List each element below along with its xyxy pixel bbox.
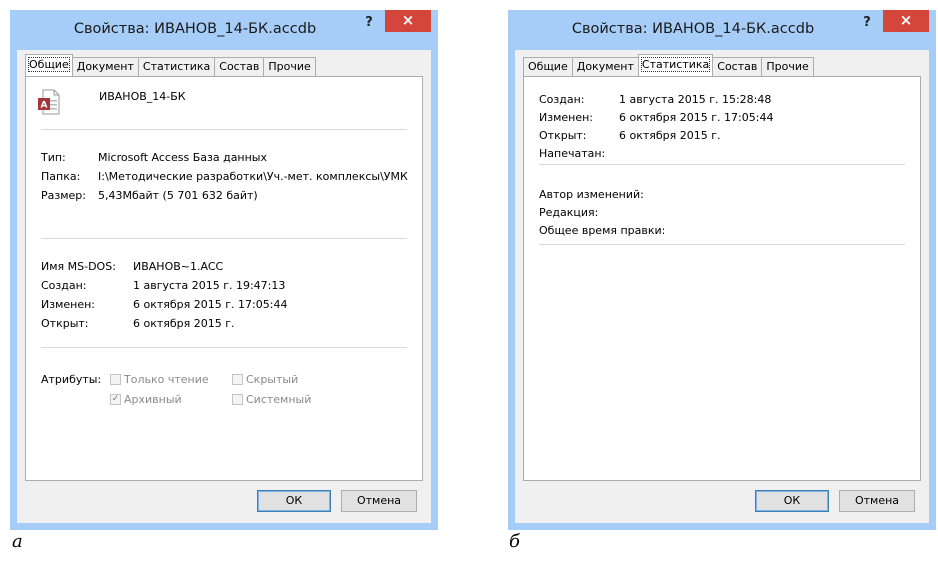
file-name: ИВАНОВ_14-БК [99, 90, 186, 103]
opened-value: 6 октября 2015 г. [619, 129, 721, 142]
created-label: Создан: [41, 279, 87, 292]
tab-label: Прочие [268, 60, 311, 73]
title-bar[interactable]: Свойства: ИВАНОВ_14-БК.accdb ? × [10, 10, 438, 50]
created-value: 1 августа 2015 г. 19:47:13 [133, 279, 286, 292]
tab-custom[interactable]: Прочие [263, 57, 316, 76]
tab-label: Документ [76, 60, 134, 73]
dialog-client-area: Общие Документ Статистика Состав Прочие … [515, 50, 929, 523]
ok-button[interactable]: ОК [755, 490, 829, 512]
dialog-client-area: Общие Документ Статистика Состав Прочие … [17, 50, 431, 523]
archive-checkbox[interactable]: ✓ Архивный [110, 393, 182, 406]
opened-value: 6 октября 2015 г. [133, 317, 235, 330]
hidden-checkbox[interactable]: Скрытый [232, 373, 298, 386]
separator [539, 244, 905, 245]
opened-label: Открыт: [41, 317, 89, 330]
tab-label: Общие [28, 57, 70, 72]
msdos-name-label: Имя MS-DOS: [41, 260, 116, 273]
caption-b: б [509, 531, 520, 552]
modified-label: Изменен: [41, 298, 96, 311]
checkbox-label: Только чтение [124, 373, 209, 386]
size-label: Размер: [41, 189, 86, 202]
separator [539, 164, 905, 165]
checkbox-label: Скрытый [246, 373, 299, 386]
folder-value: I:\Методические разработки\Уч.-мет. комп… [98, 170, 408, 183]
properties-dialog-statistics: Свойства: ИВАНОВ_14-БК.accdb ? × Общие Д… [508, 10, 936, 530]
close-button[interactable]: × [385, 10, 431, 32]
tab-label: Документ [576, 60, 634, 73]
cancel-button[interactable]: Отмена [839, 490, 915, 512]
folder-label: Папка: [41, 170, 81, 183]
tab-label: Состав [219, 60, 260, 73]
created-value: 1 августа 2015 г. 15:28:48 [619, 93, 772, 106]
tab-general[interactable]: Общие [25, 54, 73, 76]
tab-label: Общие [528, 60, 568, 73]
checkbox-box [232, 393, 243, 405]
type-value: Microsoft Access База данных [98, 151, 268, 164]
tab-contents[interactable]: Состав [712, 57, 763, 76]
tab-contents[interactable]: Состав [214, 57, 265, 76]
tab-label: Прочие [766, 60, 809, 73]
caption-a: а [12, 531, 23, 552]
ok-button[interactable]: ОК [257, 490, 331, 512]
properties-dialog-general: Свойства: ИВАНОВ_14-БК.accdb ? × Общие Д… [10, 10, 438, 530]
checkbox-box [232, 373, 243, 385]
tab-panel-statistics: Создан: 1 августа 2015 г. 15:28:48 Измен… [523, 76, 921, 481]
tab-document[interactable]: Документ [71, 57, 139, 76]
tab-custom[interactable]: Прочие [761, 57, 814, 76]
tab-strip: Общие Документ Статистика Состав Прочие [25, 54, 316, 76]
attributes-label: Атрибуты: [41, 373, 102, 386]
modified-value: 6 октября 2015 г. 17:05:44 [133, 298, 288, 311]
type-label: Тип: [41, 151, 66, 164]
readonly-checkbox[interactable]: Только чтение [110, 373, 209, 386]
tab-label: Статистика [640, 57, 711, 72]
help-button[interactable]: ? [854, 12, 880, 36]
svg-text:A: A [41, 101, 48, 111]
tab-statistics[interactable]: Статистика [137, 57, 216, 76]
revision-label: Редакция: [539, 206, 599, 219]
total-edit-time-label: Общее время правки: [539, 224, 666, 237]
access-file-icon: A [38, 89, 60, 115]
tab-label: Состав [717, 60, 758, 73]
tab-general[interactable]: Общие [523, 57, 573, 76]
tab-label: Статистика [142, 60, 211, 73]
close-button[interactable]: × [883, 10, 929, 32]
printed-label: Напечатан: [539, 147, 606, 160]
checkmark-icon: ✓ [110, 393, 121, 405]
separator [41, 238, 407, 239]
separator [41, 347, 407, 348]
checkbox-box [110, 373, 121, 385]
title-bar[interactable]: Свойства: ИВАНОВ_14-БК.accdb ? × [508, 10, 936, 50]
checkbox-label: Архивный [124, 393, 182, 406]
msdos-name-value: ИВАНОВ~1.ACC [133, 260, 224, 273]
checkbox-label: Системный [246, 393, 312, 406]
tab-panel-general: A ИВАНОВ_14-БК Тип: Microsoft Access Баз… [25, 76, 423, 481]
modified-value: 6 октября 2015 г. 17:05:44 [619, 111, 774, 124]
cancel-button[interactable]: Отмена [341, 490, 417, 512]
tab-strip: Общие Документ Статистика Состав Прочие [523, 54, 814, 76]
size-value: 5,43Мбайт (5 701 632 байт) [98, 189, 258, 202]
system-checkbox[interactable]: Системный [232, 393, 311, 406]
opened-label: Открыт: [539, 129, 587, 142]
help-button[interactable]: ? [356, 12, 382, 36]
created-label: Создан: [539, 93, 585, 106]
window-title: Свойства: ИВАНОВ_14-БК.accdb [73, 21, 317, 37]
separator [41, 129, 407, 130]
modified-label: Изменен: [539, 111, 594, 124]
author-label: Автор изменений: [539, 188, 644, 201]
tab-statistics[interactable]: Статистика [637, 54, 714, 76]
tab-document[interactable]: Документ [571, 57, 639, 76]
window-title: Свойства: ИВАНОВ_14-БК.accdb [571, 21, 815, 37]
